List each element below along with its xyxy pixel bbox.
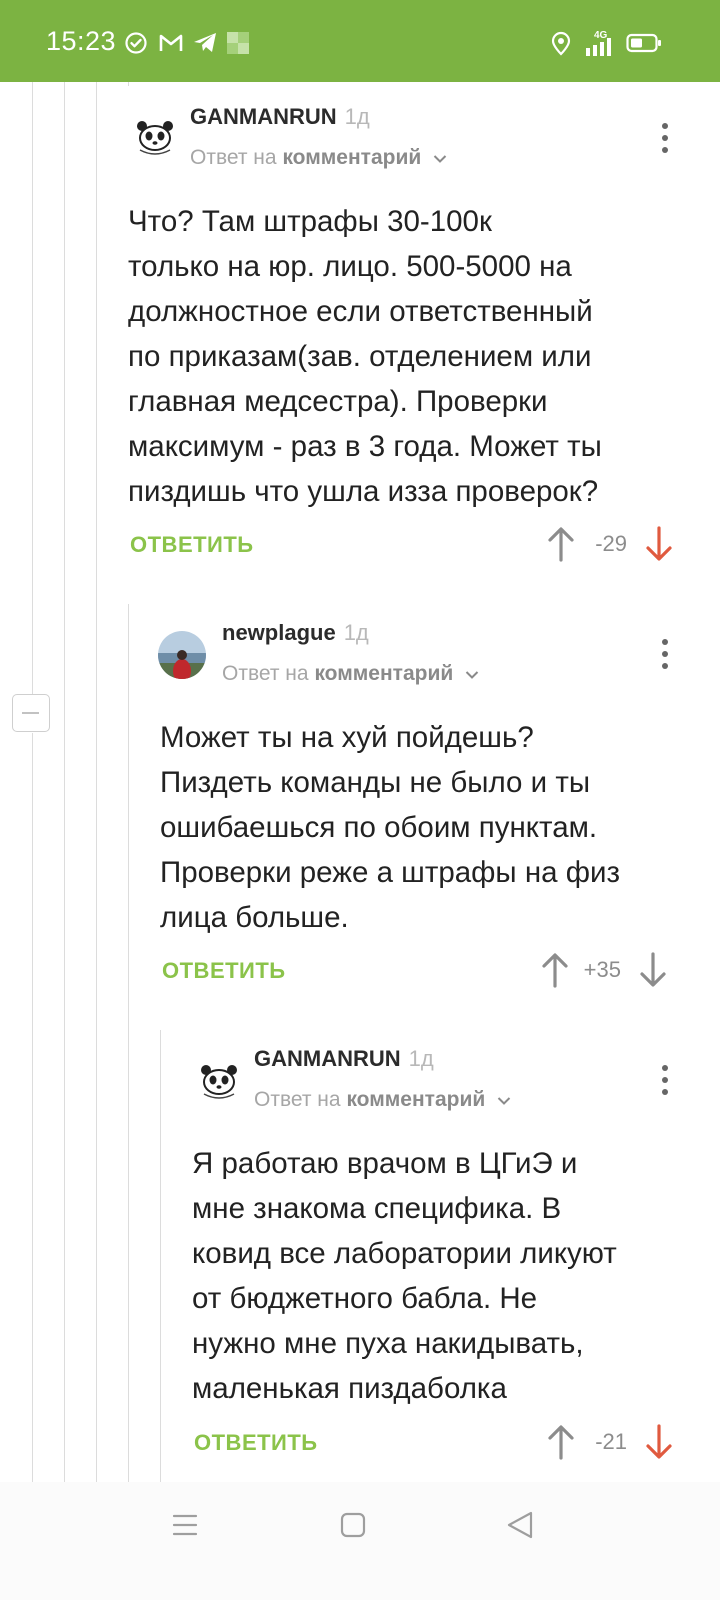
chevron-down-icon[interactable] (497, 1096, 511, 1106)
upvote-arrow-icon[interactable] (547, 526, 575, 562)
chevron-down-icon[interactable] (465, 670, 479, 680)
status-bar: 15:23 4G (0, 0, 720, 82)
thread-line (96, 82, 97, 1482)
author-name[interactable]: GANMANRUN (190, 104, 337, 129)
reply-to-prefix: Ответ на (254, 1088, 341, 1111)
chevron-down-icon[interactable] (433, 154, 447, 164)
telegram-icon (192, 30, 218, 56)
vote-controls: -29 (547, 524, 673, 564)
status-time: 15:23 (46, 26, 117, 56)
comment-age: 1д (343, 620, 369, 645)
thread-line (128, 604, 129, 1482)
comment-text: Я работаю врачом в ЦГиЭ и мне знакома сп… (192, 1147, 617, 1405)
home-icon[interactable] (340, 1512, 366, 1538)
author-name[interactable]: GANMANRUN (254, 1046, 401, 1071)
vote-controls: +35 (541, 950, 667, 990)
downvote-arrow-icon[interactable] (639, 952, 667, 988)
upvote-arrow-icon[interactable] (547, 1424, 575, 1460)
reply-to-prefix: Ответ на (222, 662, 309, 685)
panda-avatar[interactable] (194, 1056, 244, 1106)
parent-comment-link[interactable]: комментарий (346, 1088, 485, 1111)
more-options-icon[interactable] (655, 120, 675, 156)
thread-line (64, 82, 65, 1482)
comment-age: 1д (408, 1046, 434, 1071)
vote-controls: -21 (547, 1422, 673, 1462)
comment-author[interactable]: GANMANRUN 1д (254, 1046, 434, 1072)
photo-avatar[interactable] (158, 631, 206, 679)
check-circle-icon (124, 30, 148, 56)
system-navigation-bar (0, 1482, 720, 1600)
location-icon (550, 30, 572, 56)
reply-to-info: Ответ на комментарий (254, 1088, 511, 1112)
parent-comment-link[interactable]: комментарий (282, 146, 421, 169)
comment-text: Может ты на хуй пойдешь? Пиздеть команды… (160, 721, 621, 934)
comment-item: GANMANRUN 1д Ответ на комментарий Что? Та… (128, 104, 720, 562)
signal-icon (584, 38, 614, 56)
panda-avatar[interactable] (130, 112, 180, 162)
menu-icon[interactable] (172, 1512, 198, 1538)
reply-button[interactable]: ОТВЕТИТЬ (162, 958, 286, 984)
thread-line (160, 1030, 161, 1482)
reply-to-info: Ответ на комментарий (222, 662, 479, 686)
more-options-icon[interactable] (655, 636, 675, 672)
comment-author[interactable]: newplague 1д (222, 620, 369, 646)
comment-score: +35 (583, 957, 621, 982)
comment-age: 1д (344, 104, 370, 129)
collapse-thread-button[interactable] (12, 694, 50, 732)
thread-line (32, 82, 33, 694)
thread-line (128, 82, 129, 86)
comment-item: GANMANRUN 1д Ответ на комментарий Я работ… (192, 1046, 720, 1466)
upvote-arrow-icon[interactable] (541, 952, 569, 988)
parent-comment-link[interactable]: комментарий (314, 662, 453, 685)
reply-button[interactable]: ОТВЕТИТЬ (194, 1430, 318, 1456)
comment-text: Что? Там штрафы 30-100к только на юр. ли… (128, 205, 602, 508)
comment-score: -29 (595, 531, 627, 556)
downvote-arrow-icon[interactable] (645, 526, 673, 562)
app-notification-icon (226, 30, 250, 56)
comment-author[interactable]: GANMANRUN 1д (190, 104, 370, 130)
reply-button[interactable]: ОТВЕТИТЬ (130, 532, 254, 558)
comment-score: -21 (595, 1429, 627, 1454)
battery-icon (626, 30, 662, 56)
comment-item: newplague 1д Ответ на комментарий Может т… (158, 620, 720, 990)
thread-line (32, 733, 33, 1482)
back-icon[interactable] (506, 1510, 534, 1540)
more-options-icon[interactable] (655, 1062, 675, 1098)
reply-to-prefix: Ответ на (190, 146, 277, 169)
gmail-icon (158, 30, 184, 56)
reply-to-info: Ответ на комментарий (190, 146, 447, 170)
author-name[interactable]: newplague (222, 620, 336, 645)
downvote-arrow-icon[interactable] (645, 1424, 673, 1460)
